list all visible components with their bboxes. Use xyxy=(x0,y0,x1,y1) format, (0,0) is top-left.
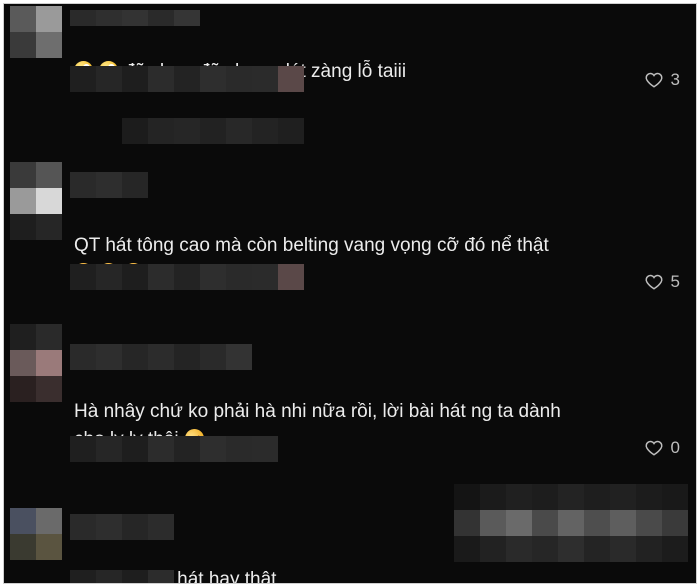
comments-panel: đã chưa đã chưa, dát zàng lỗ taiii 3 QT … xyxy=(3,3,697,584)
heart-outline-icon xyxy=(645,440,662,456)
avatar[interactable] xyxy=(10,508,62,560)
avatar[interactable] xyxy=(10,162,62,240)
like-button[interactable]: 5 xyxy=(645,272,680,292)
reply-blurred[interactable] xyxy=(122,118,304,144)
avatar[interactable] xyxy=(10,6,62,58)
avatar[interactable] xyxy=(10,324,62,402)
meta-blurred xyxy=(70,66,304,92)
like-count: 0 xyxy=(670,438,680,457)
like-button[interactable]: 3 xyxy=(645,70,680,90)
like-button[interactable]: 0 xyxy=(645,438,680,458)
overlay-blurred xyxy=(454,484,694,562)
username-blurred[interactable] xyxy=(70,344,252,370)
heart-outline-icon xyxy=(645,274,662,290)
heart-outline-icon xyxy=(645,72,662,88)
like-count: 5 xyxy=(670,272,680,291)
username-blurred[interactable] xyxy=(70,172,148,198)
meta-blurred xyxy=(70,570,174,583)
meta-blurred xyxy=(70,436,278,462)
username-blurred[interactable] xyxy=(70,10,200,26)
meta-blurred xyxy=(70,264,304,290)
like-count: 3 xyxy=(670,70,680,89)
username-blurred[interactable] xyxy=(70,514,174,540)
